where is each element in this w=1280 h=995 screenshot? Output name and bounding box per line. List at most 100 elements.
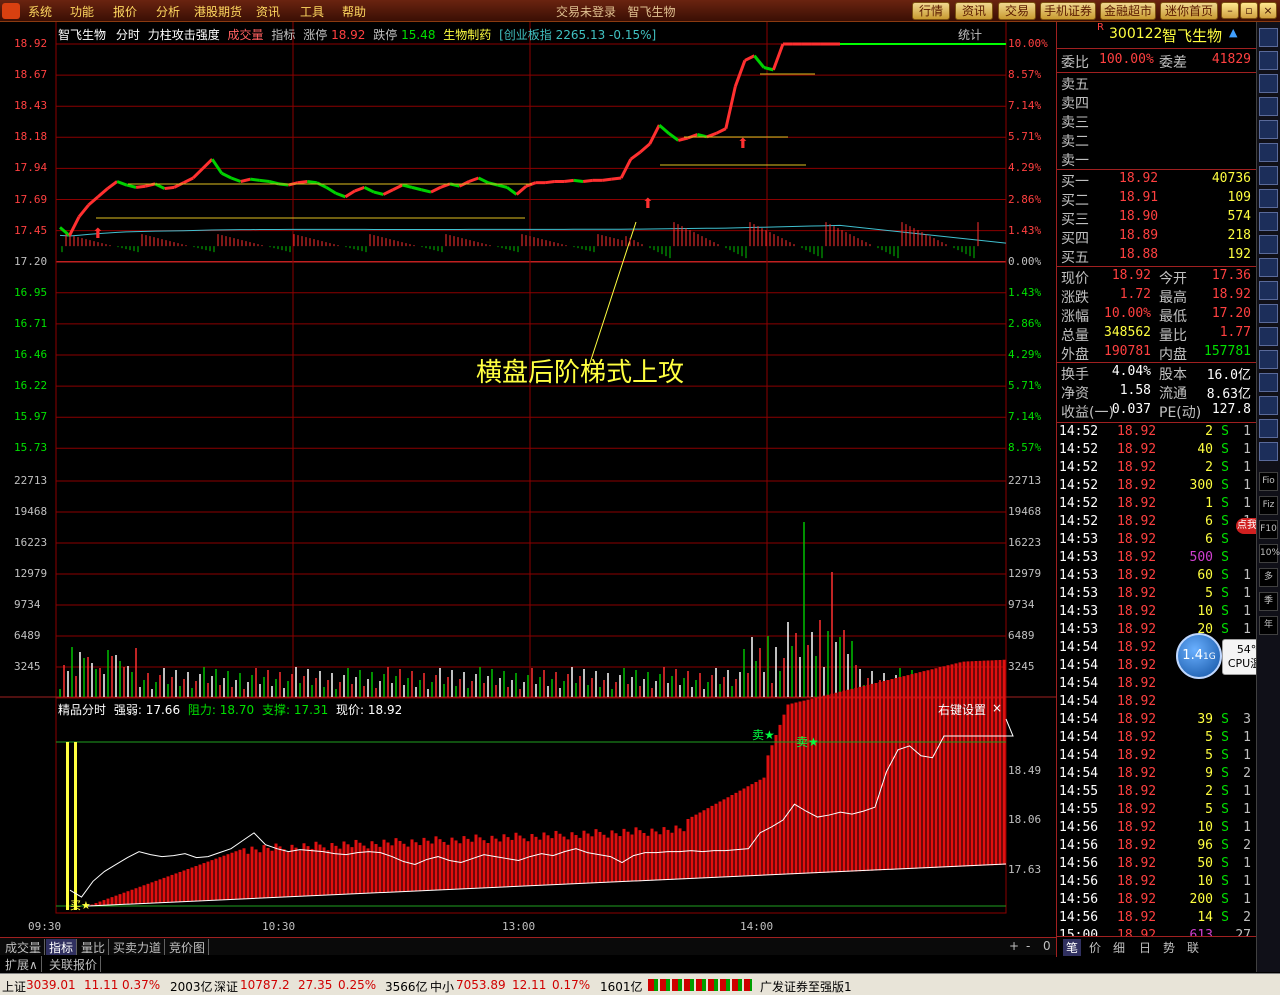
toolbar-text-button[interactable]: 年 [1259, 616, 1278, 635]
panel-tab-price[interactable]: 价 [1089, 939, 1101, 956]
tick-time: 14:56 [1059, 820, 1099, 835]
nav-news-button[interactable]: 资讯 [955, 2, 993, 20]
restore-icon[interactable]: ▫ [1240, 2, 1258, 19]
tab-auction-chart[interactable]: 竞价图 [166, 939, 210, 955]
link-icon[interactable] [1259, 419, 1278, 438]
tick-volume: 5 [1205, 730, 1213, 745]
zoom-out-button[interactable]: - [1026, 939, 1030, 953]
bid-row[interactable]: 买二 18.91 109 [1059, 190, 1253, 209]
index-quote[interactable]: [创业板指 2265.13 -0.15%] [499, 28, 656, 42]
alert-icon[interactable] [1259, 281, 1278, 300]
menu-analysis[interactable]: 分析 [156, 3, 180, 20]
chart-indicator[interactable]: 力柱攻击强度 [148, 28, 220, 42]
zoom-in-button[interactable]: + [1009, 939, 1019, 953]
tab-related-quotes[interactable]: 关联报价 [46, 956, 102, 972]
ask-row[interactable]: 卖三 [1059, 112, 1253, 131]
sell-signal-mark: 卖★ [796, 735, 819, 749]
ask-row[interactable]: 卖二 [1059, 131, 1253, 150]
cpu-gauge[interactable]: 1.41G [1176, 633, 1222, 679]
bar-icon[interactable] [1259, 120, 1278, 139]
tick-price: 18.92 [1117, 478, 1157, 493]
chart-mode[interactable]: 分时 [116, 28, 140, 42]
toolbar-text-button[interactable]: Fio [1259, 472, 1278, 491]
compare-icon[interactable] [1259, 189, 1278, 208]
right-click-settings[interactable]: 右键设置 [938, 701, 986, 718]
tab-indicator[interactable]: 指标 [46, 939, 78, 955]
f10-icon[interactable] [1259, 235, 1278, 254]
chart-area[interactable]: ⬆ ⬆ ⬆ 智飞生物 分时 力柱攻击强度 成交量 指标 涨停 18.92 跌停 15… [0, 22, 1056, 937]
menu-help[interactable]: 帮助 [342, 3, 366, 20]
tick-time: 14:54 [1059, 658, 1099, 673]
grid-icon[interactable] [1259, 97, 1278, 116]
nav-trade-button[interactable]: 交易 [998, 2, 1036, 20]
ask-row[interactable]: 卖四 [1059, 93, 1253, 112]
menu-function[interactable]: 功能 [70, 3, 94, 20]
chart-icon[interactable] [1259, 28, 1278, 47]
list-icon[interactable] [1259, 51, 1278, 70]
volume-tick: 22713 [1008, 474, 1042, 487]
nav-mobile-button[interactable]: 手机证券 [1040, 2, 1096, 20]
panel-tab-detail[interactable]: 细 [1113, 939, 1125, 956]
nav-finance-mall-button[interactable]: 金融超市 [1100, 2, 1156, 20]
chart-indicator-label[interactable]: 指标 [271, 28, 295, 42]
menu-hk-futures[interactable]: 港股期货 [194, 3, 242, 20]
tick-time: 14:56 [1059, 838, 1099, 853]
flag-icon[interactable] [1259, 373, 1278, 392]
minimize-icon[interactable]: – [1221, 2, 1239, 19]
tab-extend[interactable]: 扩展∧ [2, 956, 42, 972]
news-icon[interactable] [1259, 212, 1278, 231]
strength-label: 强弱: [113, 703, 142, 717]
breadth-indicator [648, 979, 752, 991]
nav-market-button[interactable]: 行情 [912, 2, 950, 20]
toolbar-text-button[interactable]: F10 [1259, 520, 1278, 539]
tick-side: S [1221, 712, 1229, 727]
tick-price: 18.92 [1117, 532, 1157, 547]
ask-row[interactable]: 卖五 [1059, 74, 1253, 93]
panel-tab-trades[interactable]: 笔 [1063, 939, 1082, 956]
star-icon[interactable] [1259, 327, 1278, 346]
ask-row[interactable]: 卖一 [1059, 150, 1253, 169]
close-icon[interactable]: × [1259, 2, 1277, 19]
chart-vol-label[interactable]: 成交量 [228, 28, 264, 42]
toolbar-text-button[interactable]: Fiz [1259, 496, 1278, 515]
price-segment [135, 184, 146, 189]
panel-tab-trend[interactable]: 势 [1163, 939, 1175, 956]
reset-button[interactable]: 0 [1043, 939, 1051, 953]
menu-tools[interactable]: 工具 [300, 3, 324, 20]
calc-icon[interactable] [1259, 258, 1278, 277]
tick-row: 14:53 18.92 500 S [1059, 550, 1253, 568]
menu-system[interactable]: 系统 [28, 3, 52, 20]
menu-news[interactable]: 资讯 [256, 3, 280, 20]
intraday-chart[interactable]: ⬆ ⬆ ⬆ [0, 22, 1056, 937]
tab-volume[interactable]: 成交量 [2, 939, 46, 955]
bid-row[interactable]: 买三 18.90 574 [1059, 209, 1253, 228]
table-icon[interactable] [1259, 166, 1278, 185]
nav-mini-home-button[interactable]: 迷你首页 [1160, 2, 1218, 20]
filter-icon[interactable] [1259, 304, 1278, 323]
tab-volume-ratio[interactable]: 量比 [78, 939, 110, 955]
bid-row[interactable]: 买五 18.88 192 [1059, 247, 1253, 266]
pin-icon[interactable] [1259, 442, 1278, 461]
bid-row[interactable]: 买四 18.89 218 [1059, 228, 1253, 247]
toolbar-text-button[interactable]: 10% [1259, 544, 1280, 563]
info-icon[interactable] [1259, 396, 1278, 415]
sub-panel-close-icon[interactable]: × [992, 701, 1002, 715]
candle-icon[interactable] [1259, 74, 1278, 93]
bid-row[interactable]: 买一 18.92 40736 [1059, 171, 1253, 190]
tab-buy-sell-force[interactable]: 买卖力道 [110, 939, 166, 955]
stats-button[interactable]: 统计 [958, 26, 982, 43]
toolbar-text-button[interactable]: 季 [1259, 592, 1278, 611]
sector-label[interactable]: 生物制药 [443, 28, 491, 42]
user-icon[interactable] [1259, 350, 1278, 369]
pct-tick: 4.29% [1008, 161, 1042, 175]
tick-count: 1 [1243, 586, 1251, 601]
toolbar-text-button[interactable]: 多 [1259, 568, 1278, 587]
tick-count: 1 [1243, 748, 1251, 763]
tick-count: 1 [1243, 730, 1251, 745]
line-icon[interactable] [1259, 143, 1278, 162]
tick-side: S [1221, 442, 1229, 457]
price-segment [344, 189, 356, 199]
panel-tab-day[interactable]: 日 [1139, 939, 1151, 956]
panel-tab-link[interactable]: 联 [1187, 939, 1199, 956]
menu-quote[interactable]: 报价 [113, 3, 137, 20]
